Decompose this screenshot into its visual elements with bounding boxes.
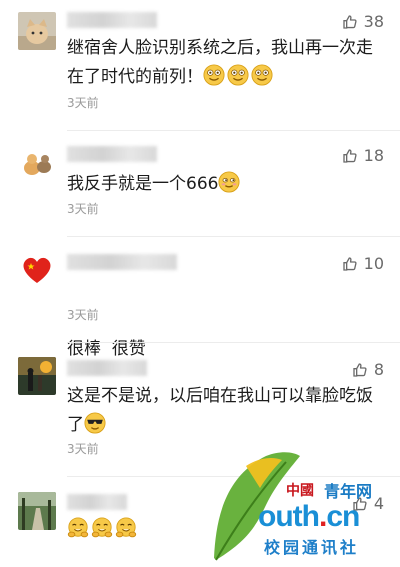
- comment-time: 3天前: [67, 96, 99, 110]
- comment-time: 3天前: [67, 202, 99, 216]
- comment-time: 3天前: [67, 442, 99, 456]
- grinning-face-icon: [227, 64, 249, 86]
- like-count: 8: [373, 360, 384, 379]
- avatar[interactable]: [18, 492, 56, 530]
- watermark-youth: 青年网: [324, 482, 373, 501]
- divider: [67, 342, 400, 343]
- divider: [67, 236, 400, 237]
- username-blurred[interactable]: [67, 146, 157, 162]
- like-button[interactable]: 10: [342, 254, 384, 273]
- divider: [67, 130, 400, 131]
- username-blurred[interactable]: [67, 360, 147, 376]
- thumbs-up-icon: [342, 256, 358, 272]
- avatar[interactable]: [18, 357, 56, 395]
- thumbs-up-icon: [352, 362, 368, 378]
- grinning-face-icon: [251, 64, 273, 86]
- watermark-logo: 中國 青年网 outh.cn 校园通讯社: [206, 446, 400, 567]
- like-count: 38: [363, 12, 384, 31]
- avatar[interactable]: [18, 144, 56, 182]
- hugging-face-icon: [115, 517, 137, 539]
- like-count: 18: [363, 146, 384, 165]
- avatar[interactable]: [18, 12, 56, 50]
- username-blurred[interactable]: [67, 12, 157, 28]
- hugging-face-icon: [91, 517, 113, 539]
- comment-text: 这是不是说，以后咱在我山可以靠脸吃饭 了: [67, 386, 373, 435]
- watermark-china: 中國: [286, 483, 314, 499]
- watermark-url: outh.cn: [258, 500, 360, 533]
- like-count: 10: [363, 254, 384, 273]
- hugging-face-icon: [67, 517, 89, 539]
- comment-text: 继宿舍人脸识别系统之后，我山再一次走 在了时代的前列！: [67, 38, 373, 87]
- like-button[interactable]: 38: [342, 12, 384, 31]
- thumbs-up-icon: [342, 14, 358, 30]
- watermark-school: 校园通讯社: [264, 538, 360, 557]
- thumbs-up-icon: [342, 148, 358, 164]
- grinning-face-icon: [203, 64, 225, 86]
- like-button[interactable]: 8: [352, 360, 384, 379]
- smirking-face-icon: [218, 171, 240, 193]
- comment-text: 我反手就是一个666: [67, 170, 385, 199]
- username-blurred[interactable]: [67, 494, 127, 510]
- username-blurred[interactable]: [67, 254, 177, 270]
- avatar[interactable]: [18, 250, 56, 288]
- sunglasses-face-icon: [84, 412, 106, 434]
- comment-time: 3天前: [67, 308, 99, 322]
- like-button[interactable]: 18: [342, 146, 384, 165]
